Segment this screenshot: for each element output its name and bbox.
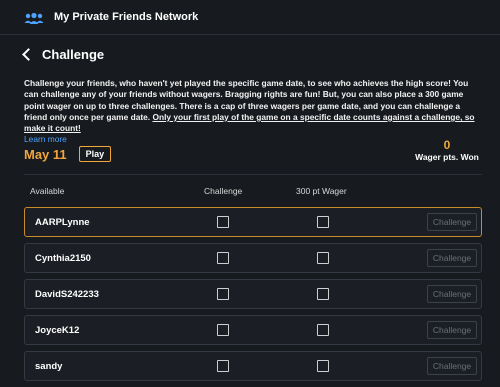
play-button[interactable]: Play: [78, 146, 112, 162]
friend-row: sandy Challenge: [24, 351, 482, 381]
challenge-checkbox[interactable]: [217, 360, 229, 372]
challenge-button[interactable]: Challenge: [427, 357, 477, 375]
top-bar: My Private Friends Network: [0, 0, 500, 35]
chevron-left-icon[interactable]: [22, 48, 35, 61]
wager-checkbox[interactable]: [317, 216, 329, 228]
challenge-button[interactable]: Challenge: [427, 321, 477, 339]
column-challenge: Challenge: [204, 186, 243, 196]
friend-name: sandy: [35, 361, 63, 372]
challenge-checkbox[interactable]: [217, 216, 229, 228]
app-title: My Private Friends Network: [54, 11, 199, 23]
friend-name: JoyceK12: [35, 325, 80, 336]
game-date-row: May 11 Play: [24, 146, 112, 162]
friends-group-icon: [24, 11, 44, 24]
friends-list: AARPLynne Challenge Cynthia2150 Challeng…: [24, 207, 482, 387]
wager-checkbox[interactable]: [317, 324, 329, 336]
wager-checkbox[interactable]: [317, 252, 329, 264]
wager-points-value: 0: [443, 138, 451, 152]
friend-row: DavidS242233 Challenge: [24, 279, 482, 309]
page-title: Challenge: [42, 46, 105, 62]
wager-summary: 0 Wager pts. Won: [412, 138, 482, 162]
friend-name: AARPLynne: [35, 217, 90, 228]
friend-row: AARPLynne Challenge: [24, 207, 482, 237]
friend-name: Cynthia2150: [35, 253, 91, 264]
divider: [24, 174, 482, 175]
column-available: Available: [30, 186, 65, 196]
friend-row: JoyceK12 Challenge: [24, 315, 482, 345]
wager-checkbox[interactable]: [317, 360, 329, 372]
challenge-button[interactable]: Challenge: [427, 249, 477, 267]
challenge-checkbox[interactable]: [217, 324, 229, 336]
friend-row: Cynthia2150 Challenge: [24, 243, 482, 273]
back-navigation[interactable]: Challenge: [22, 45, 500, 63]
column-wager: 300 pt Wager: [296, 186, 347, 196]
challenge-checkbox[interactable]: [217, 252, 229, 264]
challenge-button[interactable]: Challenge: [427, 213, 477, 231]
wager-checkbox[interactable]: [317, 288, 329, 300]
challenge-description: Challenge your friends, who haven't yet …: [24, 78, 482, 146]
game-date: May 11: [24, 146, 67, 162]
challenge-button[interactable]: Challenge: [427, 285, 477, 303]
wager-points-label: Wager pts. Won: [415, 152, 479, 162]
challenge-checkbox[interactable]: [217, 288, 229, 300]
friend-name: DavidS242233: [35, 289, 99, 300]
